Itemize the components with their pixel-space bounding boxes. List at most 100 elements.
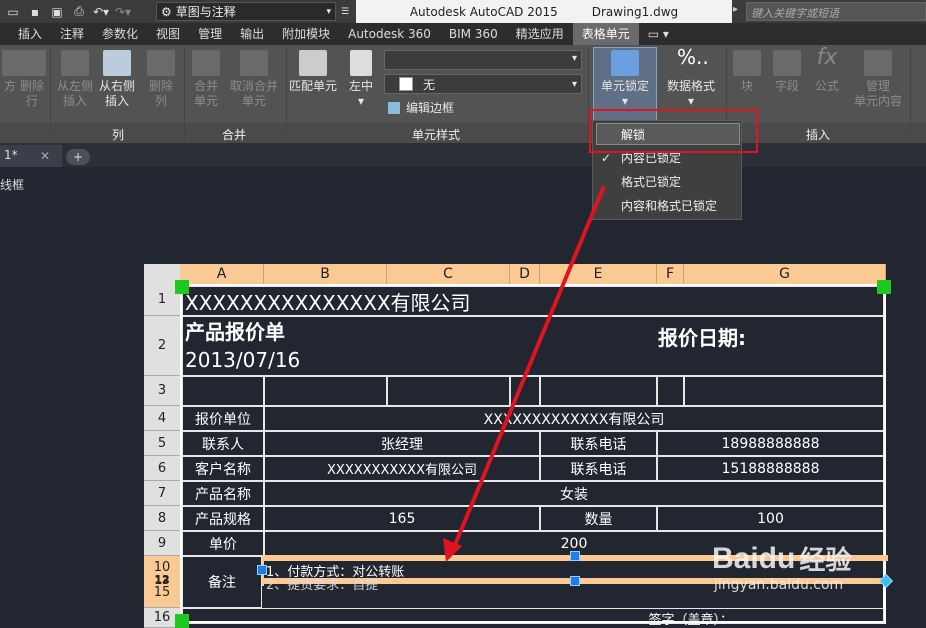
- table-cell[interactable]: 165: [264, 506, 540, 531]
- tab-manage[interactable]: 管理: [189, 23, 231, 45]
- merge-cells-button[interactable]: 合并 单元: [190, 50, 222, 109]
- tab-addins[interactable]: 附加模块: [273, 23, 339, 45]
- table-cell[interactable]: XXXXXXXXXXX有限公司: [264, 456, 540, 481]
- table-cell[interactable]: 产品规格: [182, 506, 264, 531]
- table-cell[interactable]: [264, 376, 387, 406]
- edit-borders-button[interactable]: 编辑边框: [388, 99, 454, 116]
- column-header-g[interactable]: G: [684, 264, 886, 284]
- table-cell[interactable]: [510, 376, 540, 406]
- cell-grip-top[interactable]: [570, 551, 580, 561]
- table-cell[interactable]: 女装: [264, 481, 884, 506]
- insert-row-below-button[interactable]: 方: [0, 50, 20, 94]
- row-header-2[interactable]: 2: [144, 316, 180, 376]
- insert-column-left-button[interactable]: 从左侧 插入: [56, 50, 94, 109]
- column-header-f[interactable]: F: [657, 264, 684, 284]
- row-header-6[interactable]: 6: [144, 456, 180, 481]
- table-cell[interactable]: [684, 376, 884, 406]
- column-header-c[interactable]: C: [387, 264, 510, 284]
- manage-cell-content-button[interactable]: 管理 单元内容: [850, 50, 906, 109]
- cell-lock-button[interactable]: 单元锁定 ▾: [596, 50, 654, 109]
- tab-insert[interactable]: 插入: [0, 23, 51, 45]
- insert-block-button[interactable]: 块: [730, 50, 764, 94]
- unmerge-cells-button[interactable]: 取消合并 单元: [226, 50, 282, 109]
- row-header-3[interactable]: 3: [144, 376, 180, 406]
- grip-top-right[interactable]: [877, 280, 891, 294]
- redo-icon[interactable]: ↷▾: [114, 3, 132, 21]
- grip-bottom-left[interactable]: [175, 614, 189, 628]
- tab-featured-apps[interactable]: 精选应用: [507, 23, 573, 45]
- save-icon[interactable]: ▪: [26, 3, 44, 21]
- match-cell-button[interactable]: 匹配单元: [288, 50, 338, 94]
- table-cell[interactable]: 产品名称: [182, 481, 264, 506]
- watermark-brand: Baidu: [712, 541, 796, 575]
- tab-table-cell[interactable]: 表格单元: [572, 23, 639, 45]
- cell-style-dropdown[interactable]: ▾: [384, 50, 582, 70]
- gear-icon: ⚙: [161, 4, 172, 19]
- table-cell[interactable]: 张经理: [264, 431, 540, 456]
- menu-item-format-locked[interactable]: 格式已锁定: [593, 171, 741, 193]
- tab-output[interactable]: 输出: [231, 23, 273, 45]
- table-cell[interactable]: 18988888888: [657, 431, 884, 456]
- row-header-5[interactable]: 5: [144, 431, 180, 456]
- table-cell[interactable]: 数量: [540, 506, 657, 531]
- row-header-7[interactable]: 7: [144, 481, 180, 506]
- tab-view[interactable]: 视图: [147, 23, 189, 45]
- row-header-4[interactable]: 4: [144, 406, 180, 431]
- column-header-e[interactable]: E: [540, 264, 657, 284]
- row-header-10-15[interactable]: 10 12 13 15: [144, 556, 180, 608]
- workspace-selector[interactable]: ⚙ 草图与注释 ▾: [156, 2, 336, 21]
- tab-parametric[interactable]: 参数化: [93, 23, 147, 45]
- insert-formula-button[interactable]: fx 公式: [810, 47, 844, 94]
- menu-item-content-format-locked[interactable]: 内容和格式已锁定: [593, 195, 741, 217]
- tab-autodesk360[interactable]: Autodesk 360: [339, 23, 440, 45]
- viewport-style-label[interactable]: 线框: [0, 176, 24, 193]
- table-cell[interactable]: 报价单位: [182, 406, 264, 431]
- insert-field-button[interactable]: 字段: [770, 50, 804, 94]
- document-tab[interactable]: 1*: [0, 145, 62, 167]
- table-cell[interactable]: XXXXXXXXXXXXX有限公司: [264, 406, 884, 431]
- insert-column-right-button[interactable]: 从右侧 插入: [98, 50, 136, 109]
- table-cell[interactable]: 联系电话: [540, 431, 657, 456]
- table-cell[interactable]: 联系人: [182, 431, 264, 456]
- table-cell[interactable]: 单价: [182, 531, 264, 556]
- row-header-9[interactable]: 9: [144, 531, 180, 556]
- column-header-d[interactable]: D: [510, 264, 540, 284]
- new-icon[interactable]: ▭: [4, 3, 22, 21]
- table-cell[interactable]: [182, 376, 264, 406]
- delete-row-button[interactable]: 删除 行: [18, 50, 46, 109]
- table-cell[interactable]: 100: [657, 506, 884, 531]
- qat-menu-icon[interactable]: ☰: [338, 2, 352, 21]
- chevron-right-icon[interactable]: ▸: [733, 4, 738, 15]
- grip-top-left[interactable]: [175, 280, 189, 294]
- tab-extra-toggle[interactable]: ▭ ▾: [639, 23, 678, 45]
- insert-column-right-label-2: 插入: [104, 94, 129, 108]
- column-header-a[interactable]: A: [180, 264, 264, 284]
- tab-annotate[interactable]: 注释: [51, 23, 93, 45]
- cell-grip-left[interactable]: [257, 565, 267, 575]
- tab-bim360[interactable]: BIM 360: [440, 23, 507, 45]
- table-cell[interactable]: 15188888888: [657, 456, 884, 481]
- table-cell[interactable]: 客户名称: [182, 456, 264, 481]
- search-input[interactable]: 键入关键字或短语: [746, 2, 926, 21]
- table-cell[interactable]: 备注: [182, 556, 262, 608]
- table-cell[interactable]: 联系电话: [540, 456, 657, 481]
- alignment-button[interactable]: 左中 ▾: [344, 50, 378, 109]
- row-header-8[interactable]: 8: [144, 506, 180, 531]
- table-cell[interactable]: [387, 376, 510, 406]
- close-icon[interactable]: ✕: [40, 149, 50, 163]
- quick-access-toolbar: ▭ ▪ ▣ ⎙ ↶▾ ↷▾: [0, 0, 132, 23]
- quote-header-cell[interactable]: 产品报价单 2013/07/16: [182, 316, 884, 376]
- undo-icon[interactable]: ↶▾: [92, 3, 110, 21]
- plot-icon[interactable]: ⎙: [70, 3, 88, 21]
- save-as-icon[interactable]: ▣: [48, 3, 66, 21]
- delete-column-button[interactable]: 删除 列: [146, 50, 176, 109]
- signature-cell[interactable]: 签字（盖章）：: [182, 608, 884, 628]
- table-cell[interactable]: [540, 376, 657, 406]
- background-fill-dropdown[interactable]: 无 ▾: [384, 74, 582, 94]
- new-tab-button[interactable]: +: [66, 149, 90, 165]
- data-format-button[interactable]: %.. 数据格式 ▾: [662, 47, 720, 109]
- column-header-b[interactable]: B: [264, 264, 387, 284]
- company-name-cell[interactable]: XXXXXXXXXXXXXXX有限公司: [182, 286, 884, 316]
- table-cell[interactable]: [657, 376, 684, 406]
- cell-grip-bottom[interactable]: [570, 576, 580, 586]
